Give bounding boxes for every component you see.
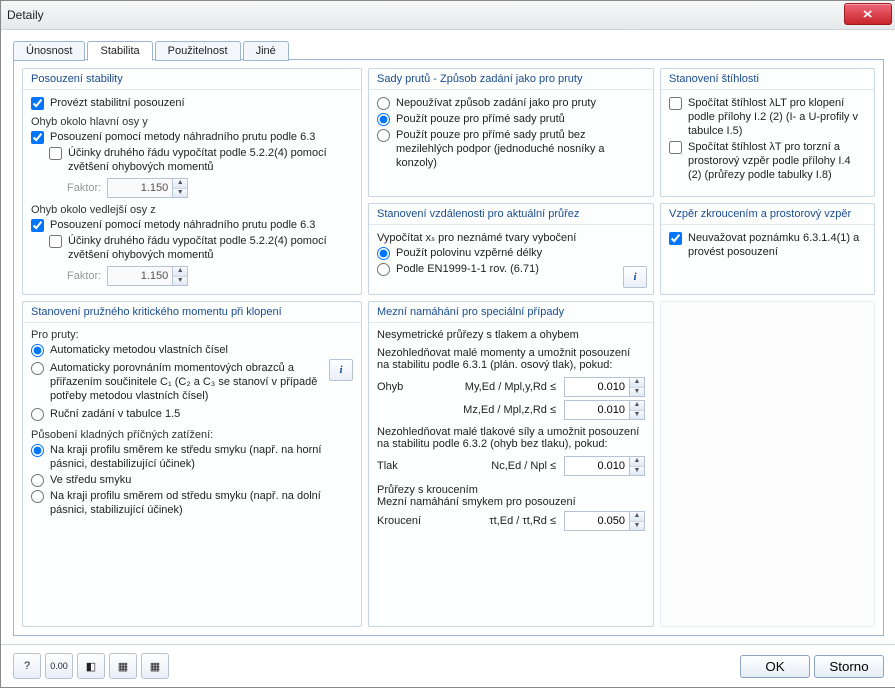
rb-edge-to-center[interactable]: Na kraji profilu směrem ke středu smyku … bbox=[31, 443, 353, 471]
rb-at-center[interactable]: Ve středu smyku bbox=[31, 473, 353, 487]
graph-icon: ◧ bbox=[86, 660, 96, 673]
footer-table2-icon[interactable]: ▦ bbox=[141, 653, 169, 679]
heading-torsion-sections: Průřezy s kroucením bbox=[377, 484, 645, 496]
footer-table1-icon[interactable]: ▦ bbox=[109, 653, 137, 679]
label-my-eq: My,Ed / Mpl,y,Rd ≤ bbox=[445, 381, 556, 393]
box-torsional-buckling: Vzpěr zkroucením a prostorový vzpěr Neuv… bbox=[660, 203, 875, 295]
box-stability: Posouzení stability Provézt stabilitní p… bbox=[22, 68, 362, 295]
label-nc-eq: Nc,Ed / Npl ≤ bbox=[445, 460, 556, 472]
chk-run-stability[interactable]: Provézt stabilitní posouzení bbox=[31, 96, 353, 110]
heading-asym: Nesymetrické průřezy s tlakem a ohybem bbox=[377, 329, 645, 341]
rb-edge-from-center[interactable]: Na kraji profilu směrem od středu smyku … bbox=[31, 489, 353, 517]
spinner-mz[interactable]: ▲▼ bbox=[564, 400, 645, 420]
factor-spinner-z[interactable]: ▲▼ bbox=[107, 266, 188, 286]
box-distance: Stanovení vzdálenosti pro aktuální průře… bbox=[368, 203, 654, 295]
box-distance-title: Stanovení vzdálenosti pro aktuální průře… bbox=[369, 204, 653, 225]
spinner-nc[interactable]: ▲▼ bbox=[564, 456, 645, 476]
box-mcr: Stanovení pružného kritického momentu př… bbox=[22, 301, 362, 627]
footer-units-icon[interactable]: 0.00 bbox=[45, 653, 73, 679]
rb-auto-compare[interactable]: Automaticky porovnáním momentových obraz… bbox=[31, 361, 323, 403]
box-member-sets: Sady prutů - Způsob zadání jako pro prut… bbox=[368, 68, 654, 197]
distance-descr: Vypočítat xₛ pro neznámé tvary vybočení bbox=[377, 231, 645, 244]
help-icon: ? bbox=[24, 660, 30, 672]
close-button[interactable]: ✕ bbox=[844, 3, 892, 25]
chk-2ndorder-z[interactable]: Účinky druhého řádu vypočítat podle 5.2.… bbox=[49, 234, 353, 262]
units-icon: 0.00 bbox=[50, 661, 68, 671]
rb-en1999[interactable]: Podle EN1999-1-1 rov. (6.71) bbox=[377, 262, 645, 276]
footer-help-icon[interactable]: ? bbox=[13, 653, 41, 679]
window-title: Detaily bbox=[7, 8, 44, 22]
factor-spinner-y[interactable]: ▲▼ bbox=[107, 178, 188, 198]
rb-sets-straight[interactable]: Použít pouze pro přímé sady prutů bbox=[377, 112, 645, 126]
tab-stabilita[interactable]: Stabilita bbox=[87, 41, 152, 61]
spinner-my[interactable]: ▲▼ bbox=[564, 377, 645, 397]
tab-unosnost[interactable]: Únosnost bbox=[13, 41, 85, 61]
label-ohyb: Ohyb bbox=[377, 381, 437, 393]
ok-button[interactable]: OK bbox=[740, 655, 810, 678]
box-slenderness: Stanovení štíhlosti Spočítat štíhlost λL… bbox=[660, 68, 875, 197]
chk-slender-t[interactable]: Spočítat štíhlost λT pro torzní a prosto… bbox=[669, 140, 866, 182]
chk-slender-lt[interactable]: Spočítat štíhlost λLT pro klopení podle … bbox=[669, 96, 866, 138]
chk-method63-y[interactable]: Posouzení pomocí metody náhradního prutu… bbox=[31, 130, 353, 144]
box-limit-title: Mezní namáhání pro speciální případy bbox=[369, 302, 653, 323]
rb-auto-eigen[interactable]: Automaticky metodou vlastních čísel bbox=[31, 343, 353, 357]
footer-graph-icon[interactable]: ◧ bbox=[77, 653, 105, 679]
box-torsional-title: Vzpěr zkroucením a prostorový vzpěr bbox=[661, 204, 874, 225]
box-mcr-title: Stanovení pružného kritického momentu př… bbox=[23, 302, 361, 323]
factor-label-y: Faktor: bbox=[67, 182, 101, 194]
rb-sets-straight-no-intermediate[interactable]: Použít pouze pro přímé sady prutů bez me… bbox=[377, 128, 645, 170]
text-torsion-desc: Mezní namáhání smykem pro posouzení bbox=[377, 496, 645, 508]
rb-sets-none[interactable]: Nepoužívat způsob zadání jako pro pruty bbox=[377, 96, 645, 110]
box-empty bbox=[660, 301, 875, 627]
tabs: Únosnost Stabilita Použitelnost Jiné bbox=[13, 40, 884, 60]
factor-label-z: Faktor: bbox=[67, 270, 101, 282]
table1-icon: ▦ bbox=[118, 660, 128, 673]
chk-ignore-note[interactable]: Neuvažovat poznámku 6.3.1.4(1) a provést… bbox=[669, 231, 866, 259]
titlebar: Detaily ✕ bbox=[1, 1, 895, 30]
heading-for-members: Pro pruty: bbox=[31, 329, 353, 341]
footer: ? 0.00 ◧ ▦ ▦ OK Storno bbox=[1, 644, 895, 687]
tab-jine[interactable]: Jiné bbox=[243, 41, 289, 61]
label-mz-eq: Mz,Ed / Mpl,z,Rd ≤ bbox=[445, 404, 556, 416]
spinner-tau[interactable]: ▲▼ bbox=[564, 511, 645, 531]
table2-icon: ▦ bbox=[150, 660, 160, 673]
rb-half-length[interactable]: Použít polovinu vzpěrné délky bbox=[377, 246, 645, 260]
cancel-button[interactable]: Storno bbox=[814, 655, 884, 678]
chk-method63-z[interactable]: Posouzení pomocí metody náhradního prutu… bbox=[31, 218, 353, 232]
text-ignore-compression: Nezohledňovat malé tlakové síly a umožni… bbox=[377, 426, 645, 450]
label-krouceni: Kroucení bbox=[377, 515, 437, 527]
info-button-distance[interactable]: i bbox=[623, 266, 647, 288]
text-ignore-moments: Nezohledňovat malé momenty a umožnit pos… bbox=[377, 347, 645, 371]
tab-pouzitelnost[interactable]: Použitelnost bbox=[155, 41, 241, 61]
box-stability-title: Posouzení stability bbox=[23, 69, 361, 90]
box-slenderness-title: Stanovení štíhlosti bbox=[661, 69, 874, 90]
heading-axis-y: Ohyb okolo hlavní osy y bbox=[31, 116, 353, 128]
close-icon: ✕ bbox=[862, 8, 873, 21]
heading-load-position: Působení kladných příčných zatížení: bbox=[31, 429, 353, 441]
box-member-sets-title: Sady prutů - Způsob zadání jako pro prut… bbox=[369, 69, 653, 90]
info-button-mcr[interactable]: i bbox=[329, 359, 353, 381]
chk-2ndorder-y[interactable]: Účinky druhého řádu vypočítat podle 5.2.… bbox=[49, 146, 353, 174]
heading-axis-z: Ohyb okolo vedlejší osy z bbox=[31, 204, 353, 216]
label-tlak: Tlak bbox=[377, 460, 437, 472]
rb-manual-15[interactable]: Ruční zadání v tabulce 1.5 bbox=[31, 407, 353, 421]
box-limit-stress: Mezní namáhání pro speciální případy Nes… bbox=[368, 301, 654, 627]
label-tau-eq: τt,Ed / τt,Rd ≤ bbox=[445, 515, 556, 527]
